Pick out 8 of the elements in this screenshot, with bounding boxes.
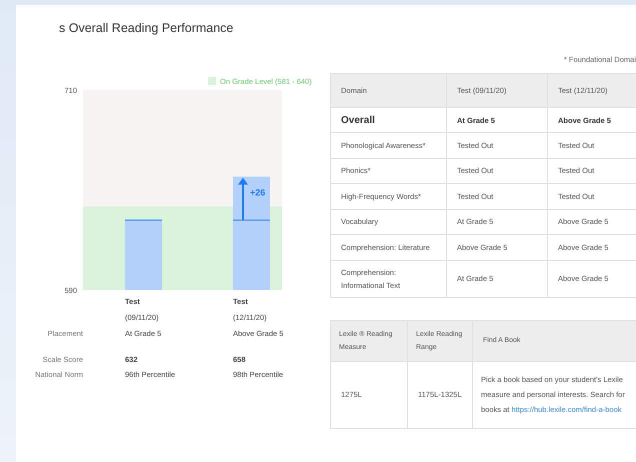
increase-arrow [238, 178, 248, 220]
score-bar [125, 220, 162, 290]
section-title: s Overall Reading Performance [59, 21, 234, 37]
previous-score-line [233, 220, 270, 221]
table-cell: Overall [330, 108, 446, 132]
score-line [125, 220, 162, 221]
increase-label: +26 [250, 188, 266, 198]
legend-swatch [208, 77, 216, 85]
